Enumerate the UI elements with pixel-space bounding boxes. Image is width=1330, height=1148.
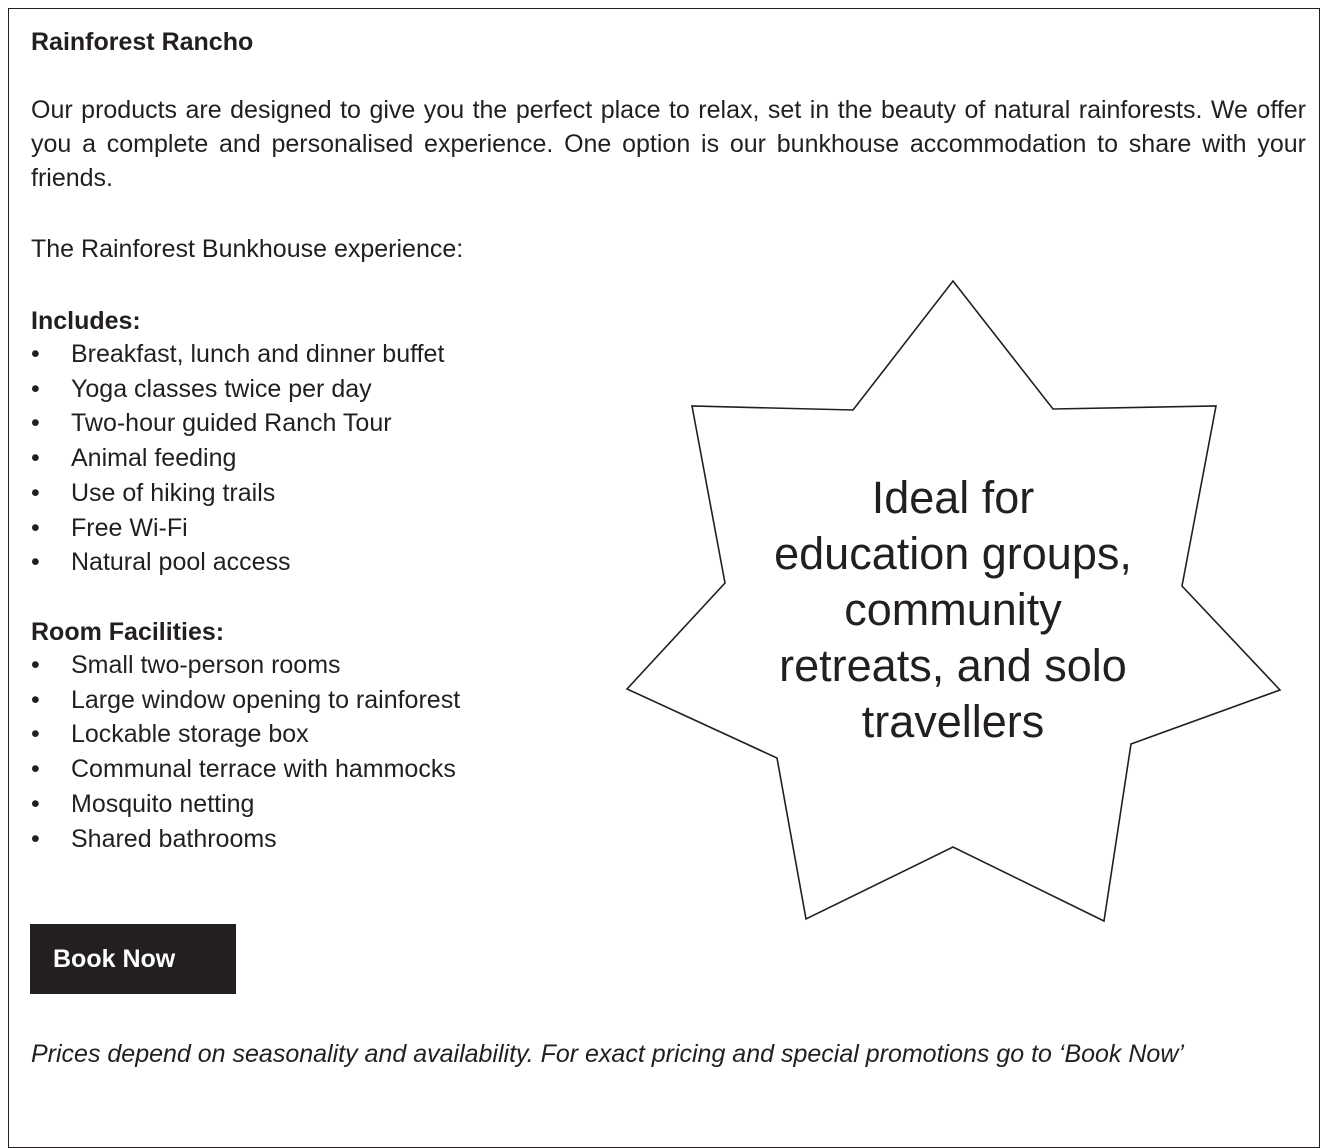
star-text-line: retreats, and solo xyxy=(779,640,1127,691)
star-text-line: Ideal for xyxy=(871,472,1035,523)
star-text-line: education groups, xyxy=(774,528,1132,579)
pricing-note: Prices depend on seasonality and availab… xyxy=(31,1040,1184,1068)
star-text-line: travellers xyxy=(861,696,1045,747)
book-now-button[interactable]: Book Now xyxy=(30,924,236,994)
star-text-line: community xyxy=(844,584,1062,635)
star-callout: Ideal for education groups, community re… xyxy=(720,470,1186,750)
